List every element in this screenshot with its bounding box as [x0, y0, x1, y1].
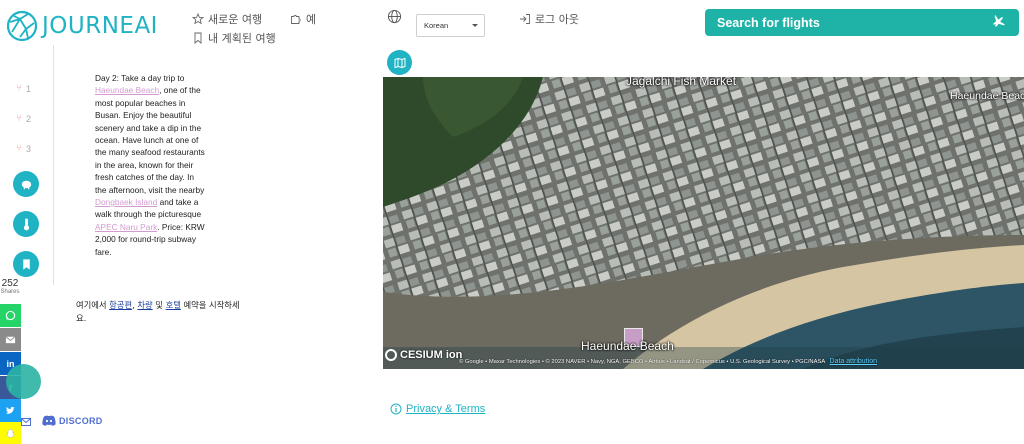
car-link[interactable]: 차량 — [137, 300, 152, 310]
chat-fab-button[interactable] — [6, 364, 41, 399]
cutlery-icon: ⑂ — [16, 113, 22, 124]
note-text: 및 — [152, 300, 166, 310]
cesium-logo-icon — [385, 349, 397, 361]
chevron-down-icon — [472, 24, 478, 27]
snapchat-icon — [5, 429, 16, 438]
weather-button[interactable] — [13, 211, 39, 237]
poi-link[interactable]: Dongbaek Island — [95, 197, 157, 207]
sidebar-day-3[interactable]: ⑂ 3 — [16, 143, 31, 154]
sidebar-day-1[interactable]: ⑂ 1 — [16, 83, 31, 94]
envelope-icon — [5, 336, 16, 344]
share-snapchat-button[interactable] — [0, 422, 21, 444]
poi-link[interactable]: APEC Naru Park — [95, 222, 157, 232]
share-email-button[interactable] — [0, 328, 21, 351]
cutlery-icon: ⑂ — [16, 83, 22, 94]
airplane-icon — [993, 15, 1005, 27]
booking-note: 여기에서 항공편, 차량 및 호텔 예약을 시작하세요. — [76, 300, 240, 323]
map-label-beach-main: Haeundae Beach — [581, 339, 674, 353]
data-attribution-link[interactable]: Data attribution — [830, 358, 877, 365]
logout-icon — [520, 14, 530, 24]
piggy-bank-icon — [21, 180, 32, 189]
new-trip-label: 새로운 여행 — [208, 13, 263, 26]
example-link[interactable]: 예 — [290, 11, 316, 27]
puzzle-icon — [291, 14, 301, 24]
sidebar-day-2[interactable]: ⑂ 2 — [16, 113, 31, 124]
map-toggle-button[interactable] — [387, 50, 412, 75]
share-count: 252 — [1, 278, 19, 289]
budget-button[interactable] — [13, 171, 39, 197]
poi-link[interactable]: Haeundae Beach — [95, 85, 159, 95]
discord-icon — [42, 415, 56, 426]
thermometer-icon — [23, 217, 29, 230]
whatsapp-icon — [5, 310, 16, 321]
info-icon — [390, 403, 402, 415]
share-counter: 252 Shares — [0, 278, 20, 296]
itinerary-text: Day 2: Take a day trip to — [95, 73, 185, 83]
saved-button[interactable] — [13, 251, 39, 277]
day-number: 2 — [26, 113, 32, 124]
bookmark-outline-icon — [194, 32, 202, 44]
map-attribution: © Google • Maxar Technologies • © 2023 N… — [459, 358, 877, 365]
mail-icon[interactable] — [21, 418, 31, 426]
language-select[interactable]: Korean — [416, 14, 485, 37]
star-icon — [192, 13, 204, 25]
day-number: 1 — [26, 83, 32, 94]
my-trips-label: 내 계획된 여행 — [208, 32, 276, 45]
app-logo[interactable]: JOURNEAI — [6, 10, 158, 42]
note-text: 여기에서 — [76, 300, 110, 310]
discord-label: DISCORD — [59, 415, 103, 426]
attribution-text: © Google • Maxar Technologies • © 2023 N… — [459, 359, 825, 365]
day-number: 3 — [26, 143, 32, 154]
example-label: 예 — [306, 13, 317, 26]
privacy-terms-label: Privacy & Terms — [406, 403, 486, 415]
globe-icon — [387, 9, 402, 24]
itinerary-day-text: Day 2: Take a day trip to Haeundae Beach… — [95, 72, 207, 258]
privacy-terms-link[interactable]: Privacy & Terms — [390, 403, 485, 415]
bookmark-icon — [22, 258, 30, 270]
itinerary-text: , one of the most popular beaches in Bus… — [95, 85, 205, 195]
flights-link[interactable]: 항공편 — [109, 300, 132, 310]
search-flights-label: Search for flights — [717, 15, 820, 30]
logout-label: 로그 아웃 — [535, 13, 579, 26]
map-label-beach: Haeundae Beac — [950, 90, 1024, 102]
cesium-label: CESIUM ion — [400, 349, 463, 361]
logout-link[interactable]: 로그 아웃 — [519, 11, 579, 27]
language-selected: Korean — [424, 21, 449, 30]
my-trips-link[interactable]: 내 계획된 여행 — [192, 30, 276, 46]
new-trip-link[interactable]: 새로운 여행 — [192, 11, 262, 27]
discord-link[interactable]: DISCORD — [42, 415, 103, 426]
cesium-logo[interactable]: CESIUM ion — [385, 349, 462, 361]
globe-logo-icon — [6, 10, 38, 42]
app-name: JOURNEAI — [42, 13, 158, 39]
share-whatsapp-button[interactable] — [0, 304, 21, 327]
hotel-link[interactable]: 호텔 — [166, 300, 181, 310]
cutlery-icon: ⑂ — [16, 143, 22, 154]
twitter-icon — [5, 406, 16, 414]
share-twitter-button[interactable] — [0, 399, 21, 422]
satellite-imagery — [383, 77, 1024, 369]
search-flights-button[interactable]: Search for flights — [705, 9, 1019, 36]
satellite-map[interactable]: Jagalchi Fish Market Haeundae Beac Haeun… — [383, 77, 1024, 369]
share-count-label: Shares — [0, 289, 20, 295]
map-icon — [394, 57, 405, 68]
map-label-market: Jagalchi Fish Market — [626, 77, 737, 88]
sidebar-divider — [53, 45, 54, 285]
